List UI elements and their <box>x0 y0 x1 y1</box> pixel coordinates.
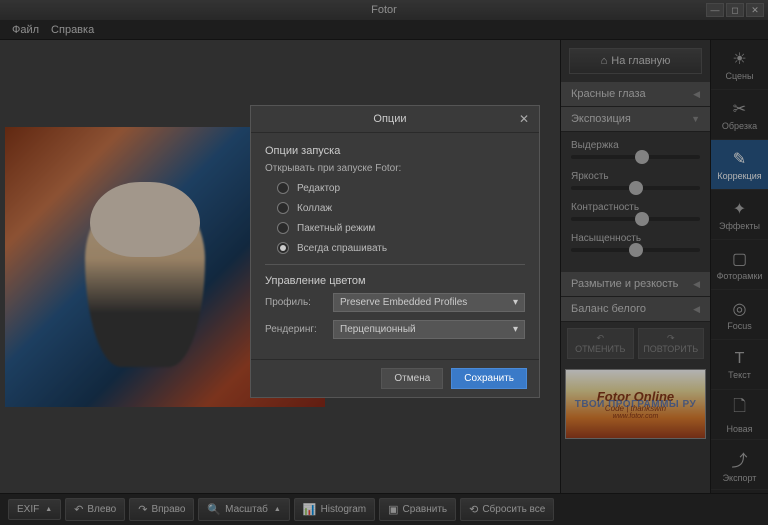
profile-select[interactable]: Preserve Embedded Profiles▾ <box>333 293 525 312</box>
rendering-select[interactable]: Перцепционный▾ <box>333 320 525 339</box>
chevron-down-icon: ▾ <box>513 324 518 335</box>
dialog-title: Опции <box>261 113 519 125</box>
color-section-title: Управление цветом <box>265 275 525 287</box>
radio-row-editor[interactable]: Редактор <box>265 182 525 194</box>
radio-batch[interactable] <box>277 222 289 234</box>
radio-row-collage[interactable]: Коллаж <box>265 202 525 214</box>
rendering-label: Рендеринг: <box>265 324 325 335</box>
cancel-button[interactable]: Отмена <box>381 368 443 389</box>
radio-editor[interactable] <box>277 182 289 194</box>
dialog-close-button[interactable]: ✕ <box>519 112 529 126</box>
profile-label: Профиль: <box>265 297 325 308</box>
launch-subtitle: Открывать при запуске Fotor: <box>265 163 525 174</box>
save-button[interactable]: Сохранить <box>451 368 527 389</box>
chevron-down-icon: ▾ <box>513 297 518 308</box>
radio-row-batch[interactable]: Пакетный режим <box>265 222 525 234</box>
radio-collage[interactable] <box>277 202 289 214</box>
modal-overlay: Опции ✕ Опции запуска Открывать при запу… <box>0 0 768 525</box>
launch-section-title: Опции запуска <box>265 145 525 157</box>
options-dialog: Опции ✕ Опции запуска Открывать при запу… <box>250 105 540 398</box>
radio-ask[interactable] <box>277 242 289 254</box>
radio-row-ask[interactable]: Всегда спрашивать <box>265 242 525 254</box>
